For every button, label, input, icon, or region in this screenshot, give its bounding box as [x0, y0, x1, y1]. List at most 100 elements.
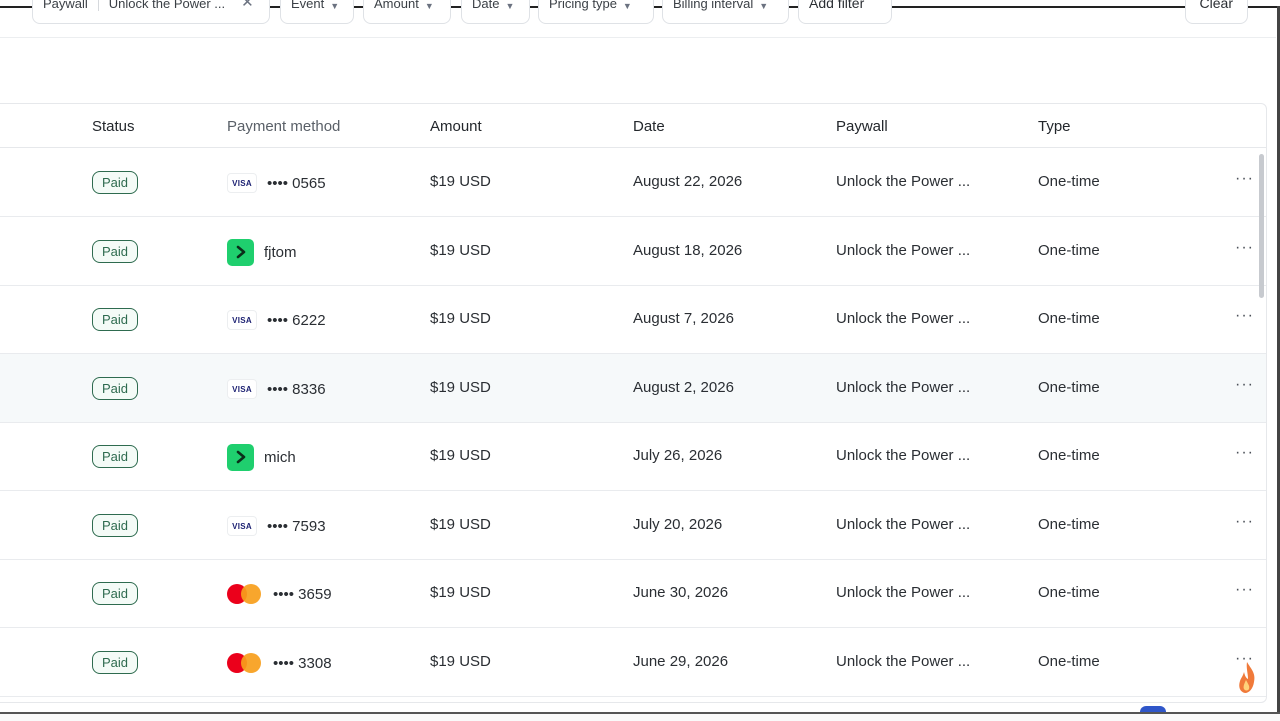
- table-row[interactable]: Paid VISA •••• 0565 $19 USD August 22, 2026 U…: [0, 148, 1266, 217]
- filter-event-label: Event: [291, 0, 325, 11]
- paywall-cell: Unlock the Power ...: [836, 173, 971, 190]
- mastercard-icon: [227, 652, 263, 674]
- filter-chip-pricing-type[interactable]: Pricing type ▼: [538, 0, 654, 24]
- table-row[interactable]: Paid •••• 3659 $19 USD June 30, 2026 Unlock …: [0, 559, 1266, 628]
- payment-method-label: fjtom: [264, 243, 297, 261]
- table-row[interactable]: Paid mich $19 USD July 26, 2026 Unlock the P…: [0, 422, 1266, 491]
- column-header-payment-method[interactable]: Payment method: [227, 118, 340, 135]
- filter-billing-interval-label: Billing interval: [673, 0, 754, 11]
- flame-logo-icon: [1239, 662, 1255, 693]
- filter-pricing-type-label: Pricing type: [549, 0, 617, 11]
- status-badge: Paid: [92, 651, 138, 674]
- type-cell: One-time: [1038, 242, 1100, 259]
- filter-paywall-label: Paywall: [43, 0, 88, 11]
- type-cell: One-time: [1038, 516, 1100, 533]
- table-row[interactable]: Paid •••• 3308 $19 USD June 29, 2026 Unlock …: [0, 628, 1266, 697]
- more-options-icon[interactable]: ···: [1235, 513, 1254, 531]
- table-row[interactable]: Paid VISA •••• 8336 $19 USD August 2, 2026 Un…: [0, 354, 1266, 423]
- date-cell: June 30, 2026: [633, 584, 729, 601]
- filter-amount-label: Amount: [374, 0, 419, 11]
- amount-cell: $19 USD: [430, 516, 491, 533]
- date-cell: June 29, 2026: [633, 653, 729, 670]
- add-filter-label: Add filter: [809, 0, 865, 11]
- status-badge: Paid: [92, 171, 138, 194]
- scrollbar-thumb[interactable]: [1259, 154, 1264, 298]
- more-options-icon[interactable]: ···: [1235, 239, 1254, 257]
- column-header-amount[interactable]: Amount: [430, 118, 482, 135]
- payment-method: VISA •••• 0565: [227, 169, 326, 197]
- close-icon[interactable]: ✕: [241, 0, 254, 11]
- paywall-cell: Unlock the Power ...: [836, 584, 971, 601]
- column-header-type[interactable]: Type: [1038, 118, 1071, 135]
- filter-bar: Paywall Unlock the Power ... ✕ Event ▼ A…: [0, 0, 1276, 38]
- type-cell: One-time: [1038, 653, 1100, 670]
- chevron-down-icon: ▼: [424, 1, 434, 11]
- visa-icon: VISA: [227, 516, 257, 536]
- mastercard-icon: [227, 583, 263, 605]
- amount-cell: $19 USD: [430, 310, 491, 327]
- type-cell: One-time: [1038, 173, 1100, 190]
- filter-chip-billing-interval[interactable]: Billing interval ▼: [662, 0, 789, 24]
- filter-chip-date[interactable]: Date ▼: [461, 0, 530, 24]
- status-badge: Paid: [92, 582, 138, 605]
- amount-cell: $19 USD: [430, 584, 491, 601]
- payment-method: •••• 3659: [227, 580, 332, 608]
- chevron-down-icon: ▼: [622, 1, 632, 11]
- add-filter-button[interactable]: Add filter: [798, 0, 892, 24]
- clear-filters-button[interactable]: Clear: [1184, 0, 1248, 24]
- type-cell: One-time: [1038, 310, 1100, 327]
- more-options-icon[interactable]: ···: [1235, 170, 1254, 188]
- payment-method-label: •••• 7593: [267, 517, 326, 535]
- table-header: Status Payment method Amount Date Paywal…: [0, 104, 1266, 148]
- date-cell: August 2, 2026: [633, 379, 734, 396]
- filter-date-label: Date: [472, 0, 500, 11]
- table-row[interactable]: Paid VISA •••• 7593 $19 USD July 20, 2026 Unl…: [0, 491, 1266, 560]
- date-cell: July 20, 2026: [633, 516, 723, 533]
- link-icon: [227, 443, 254, 471]
- payment-method-label: •••• 6222: [267, 311, 326, 329]
- column-header-paywall[interactable]: Paywall: [836, 118, 888, 135]
- paywall-cell: Unlock the Power ...: [836, 310, 971, 327]
- date-cell: August 7, 2026: [633, 310, 734, 327]
- amount-cell: $19 USD: [430, 173, 491, 190]
- date-cell: July 26, 2026: [633, 447, 723, 464]
- paywall-cell: Unlock the Power ...: [836, 653, 971, 670]
- status-badge: Paid: [92, 240, 138, 263]
- payment-method-label: •••• 8336: [267, 380, 326, 398]
- amount-cell: $19 USD: [430, 447, 491, 464]
- type-cell: One-time: [1038, 379, 1100, 396]
- column-header-status[interactable]: Status: [92, 118, 135, 135]
- payment-method: fjtom: [227, 238, 297, 266]
- window-bottom-edge: [0, 712, 1280, 721]
- filter-chip-paywall[interactable]: Paywall Unlock the Power ... ✕: [32, 0, 270, 24]
- amount-cell: $19 USD: [430, 242, 491, 259]
- more-options-icon[interactable]: ···: [1235, 444, 1254, 462]
- more-options-icon[interactable]: ···: [1235, 376, 1254, 394]
- more-options-icon[interactable]: ···: [1235, 307, 1254, 325]
- payment-method-label: •••• 3308: [273, 654, 332, 672]
- filter-chip-event[interactable]: Event ▼: [280, 0, 354, 24]
- payment-method-label: •••• 3659: [273, 585, 332, 603]
- amount-cell: $19 USD: [430, 379, 491, 396]
- visa-icon: VISA: [227, 173, 257, 193]
- payment-method: •••• 3308: [227, 649, 332, 677]
- payment-method-label: •••• 0565: [267, 174, 326, 192]
- column-header-date[interactable]: Date: [633, 118, 665, 135]
- table-row[interactable]: Paid VISA •••• 6222 $19 USD August 7, 2026 Un…: [0, 285, 1266, 354]
- table-row[interactable]: Paid fjtom $19 USD August 18, 2026 Unlock th…: [0, 217, 1266, 286]
- visa-icon: VISA: [227, 379, 257, 399]
- amount-cell: $19 USD: [430, 653, 491, 670]
- date-cell: August 18, 2026: [633, 242, 743, 259]
- chevron-down-icon: ▼: [330, 1, 340, 11]
- more-options-icon[interactable]: ···: [1235, 581, 1254, 599]
- payment-method: VISA •••• 7593: [227, 512, 326, 540]
- status-badge: Paid: [92, 308, 138, 331]
- filter-separator: [97, 0, 99, 11]
- status-badge: Paid: [92, 445, 138, 468]
- date-cell: August 22, 2026: [633, 173, 743, 190]
- paywall-cell: Unlock the Power ...: [836, 379, 971, 396]
- filter-chip-amount[interactable]: Amount ▼: [363, 0, 451, 24]
- status-badge: Paid: [92, 377, 138, 400]
- visa-icon: VISA: [227, 310, 257, 330]
- payment-method: mich: [227, 443, 296, 471]
